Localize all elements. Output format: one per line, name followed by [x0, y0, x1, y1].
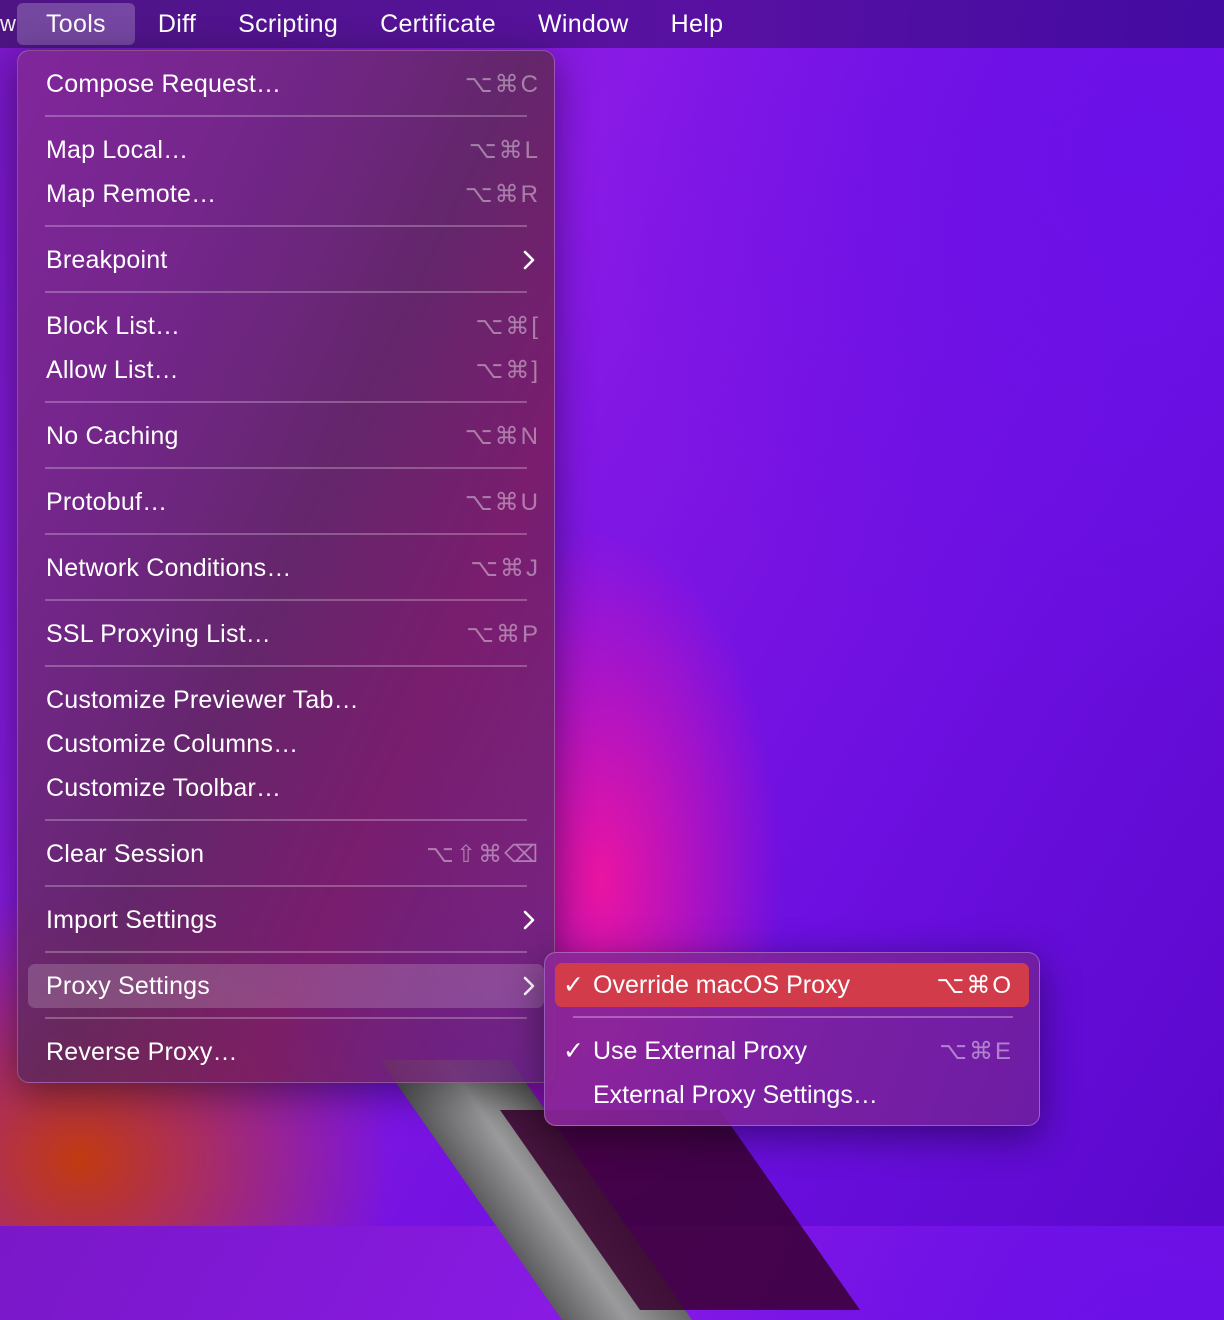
- menu-separator: [45, 819, 527, 821]
- menu-item-clear-session[interactable]: Clear Session ⌥⇧⌘⌫: [28, 832, 544, 876]
- menu-item-no-caching[interactable]: No Caching ⌥⌘N: [28, 414, 544, 458]
- menu-item-block-list[interactable]: Block List… ⌥⌘[: [28, 304, 544, 348]
- menu-item-override-macos-proxy[interactable]: ✓ Override macOS Proxy ⌥⌘O: [555, 963, 1029, 1007]
- menu-window[interactable]: Window: [517, 3, 650, 45]
- shortcut-label: ⌥⌘]: [475, 356, 540, 384]
- menu-item-label: Proxy Settings: [46, 971, 210, 1000]
- menu-separator: [45, 951, 527, 953]
- chevron-right-icon: [523, 910, 535, 930]
- shortcut-label: ⌥⌘R: [465, 180, 540, 208]
- menu-item-external-proxy-settings[interactable]: External Proxy Settings…: [555, 1073, 1029, 1117]
- menu-item-label: Protobuf…: [46, 487, 168, 516]
- menu-separator: [45, 599, 527, 601]
- menu-item-label: Use External Proxy: [593, 1036, 807, 1065]
- menu-item-label: SSL Proxying List…: [46, 619, 271, 648]
- shortcut-label: ⌥⌘[: [475, 312, 540, 340]
- tools-dropdown-menu: Compose Request… ⌥⌘C Map Local… ⌥⌘L Map …: [17, 50, 555, 1083]
- menu-item-label: Map Local…: [46, 135, 189, 164]
- menu-item-label: Breakpoint: [46, 245, 168, 274]
- menu-item-allow-list[interactable]: Allow List… ⌥⌘]: [28, 348, 544, 392]
- menu-item-use-external-proxy[interactable]: ✓ Use External Proxy ⌥⌘E: [555, 1029, 1029, 1073]
- proxy-settings-submenu: ✓ Override macOS Proxy ⌥⌘O ✓ Use Externa…: [544, 952, 1040, 1126]
- shortcut-label: ⌥⌘N: [465, 422, 540, 450]
- menu-item-label: Import Settings: [46, 905, 218, 934]
- shortcut-label: ⌥⌘J: [470, 554, 540, 582]
- menu-separator: [45, 665, 527, 667]
- menu-item-protobuf[interactable]: Protobuf… ⌥⌘U: [28, 480, 544, 524]
- menu-item-network-conditions[interactable]: Network Conditions… ⌥⌘J: [28, 546, 544, 590]
- menu-item-ssl-proxying-list[interactable]: SSL Proxying List… ⌥⌘P: [28, 612, 544, 656]
- menu-item-reverse-proxy[interactable]: Reverse Proxy…: [28, 1030, 544, 1074]
- menu-item-breakpoint[interactable]: Breakpoint: [28, 238, 544, 282]
- menu-separator: [45, 401, 527, 403]
- chevron-right-icon: [523, 250, 535, 270]
- menu-item-map-local[interactable]: Map Local… ⌥⌘L: [28, 128, 544, 172]
- menu-item-import-settings[interactable]: Import Settings: [28, 898, 544, 942]
- menu-item-label: Customize Toolbar…: [46, 773, 282, 802]
- menu-help[interactable]: Help: [650, 3, 745, 45]
- menu-item-customize-columns[interactable]: Customize Columns…: [28, 722, 544, 766]
- menu-separator: [45, 291, 527, 293]
- menu-item-label: Reverse Proxy…: [46, 1037, 238, 1066]
- menu-item-label: Customize Columns…: [46, 729, 299, 758]
- menu-certificate[interactable]: Certificate: [359, 3, 517, 45]
- menu-item-customize-toolbar[interactable]: Customize Toolbar…: [28, 766, 544, 810]
- menu-item-label: No Caching: [46, 421, 179, 450]
- menu-item-label: Block List…: [46, 311, 181, 340]
- chevron-right-icon: [523, 976, 535, 996]
- shortcut-label: ⌥⇧⌘⌫: [426, 840, 540, 868]
- menu-scripting[interactable]: Scripting: [217, 3, 359, 45]
- menu-item-label: Network Conditions…: [46, 553, 292, 582]
- menu-item-customize-previewer-tab[interactable]: Customize Previewer Tab…: [28, 678, 544, 722]
- checkmark-icon: ✓: [563, 971, 584, 999]
- menu-bar: w Tools Diff Scripting Certificate Windo…: [0, 0, 1224, 48]
- menu-separator: [45, 1017, 527, 1019]
- menu-tools[interactable]: Tools: [17, 3, 135, 45]
- menu-separator: [45, 115, 527, 117]
- shortcut-label: ⌥⌘O: [936, 971, 1013, 999]
- menu-item-label: Allow List…: [46, 355, 179, 384]
- menu-item-label: Compose Request…: [46, 69, 282, 98]
- menu-item-label: Clear Session: [46, 839, 205, 868]
- menu-separator: [45, 225, 527, 227]
- menu-item-label: Override macOS Proxy: [593, 970, 851, 999]
- menu-item-compose-request[interactable]: Compose Request… ⌥⌘C: [28, 62, 544, 106]
- menu-item-map-remote[interactable]: Map Remote… ⌥⌘R: [28, 172, 544, 216]
- shortcut-label: ⌥⌘L: [468, 136, 540, 164]
- menu-diff[interactable]: Diff: [137, 3, 217, 45]
- menu-item-label: Map Remote…: [46, 179, 217, 208]
- menu-item-label: Customize Previewer Tab…: [46, 685, 359, 714]
- menu-separator: [45, 533, 527, 535]
- menu-separator: [45, 467, 527, 469]
- shortcut-label: ⌥⌘E: [939, 1037, 1013, 1065]
- menu-item-label: External Proxy Settings…: [593, 1080, 878, 1109]
- shortcut-label: ⌥⌘U: [465, 488, 540, 516]
- checkmark-icon: ✓: [563, 1037, 584, 1065]
- menu-item-proxy-settings[interactable]: Proxy Settings: [28, 964, 544, 1008]
- menu-bar-clipped-item[interactable]: w: [0, 0, 17, 48]
- menu-separator: [45, 885, 527, 887]
- shortcut-label: ⌥⌘P: [466, 620, 540, 648]
- menu-separator: [573, 1016, 1013, 1018]
- shortcut-label: ⌥⌘C: [465, 70, 540, 98]
